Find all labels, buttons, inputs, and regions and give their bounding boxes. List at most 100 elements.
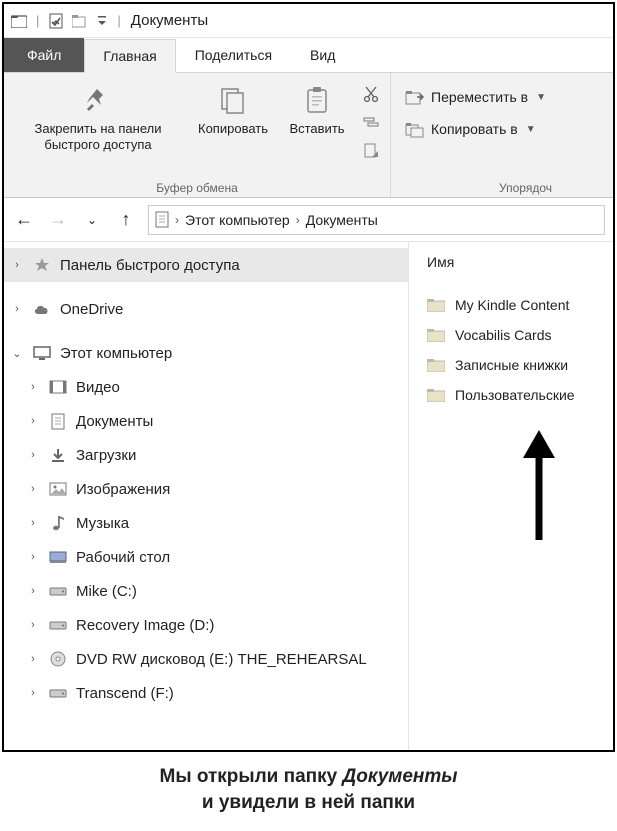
copy-to-button[interactable]: Копировать в ▼ bbox=[405, 119, 546, 139]
folder-name: My Kindle Content bbox=[455, 297, 569, 313]
drive-icon bbox=[48, 581, 68, 601]
separator: | bbox=[117, 13, 120, 28]
disc-icon bbox=[48, 649, 68, 669]
window-title: Документы bbox=[131, 12, 208, 29]
qat-dropdown-icon[interactable] bbox=[95, 12, 109, 30]
chevron-right-icon[interactable]: › bbox=[26, 415, 40, 427]
chevron-right-icon[interactable]: › bbox=[10, 303, 24, 315]
tree-label: Transcend (F:) bbox=[76, 685, 174, 702]
address-path[interactable]: › Этот компьютер › Документы bbox=[148, 205, 605, 235]
chevron-down-icon: ▼ bbox=[526, 124, 536, 135]
forward-button: → bbox=[46, 208, 70, 232]
star-pin-icon bbox=[32, 255, 52, 275]
tab-file[interactable]: Файл bbox=[4, 38, 84, 72]
chevron-right-icon[interactable]: › bbox=[26, 483, 40, 495]
folder-name: Vocabilis Cards bbox=[455, 327, 552, 343]
tree-item-videos[interactable]: › Видео bbox=[4, 370, 408, 404]
tree-label: Mike (C:) bbox=[76, 583, 137, 600]
tree-label: OneDrive bbox=[60, 301, 123, 318]
chevron-right-icon[interactable]: › bbox=[26, 551, 40, 563]
caption-emphasis: Документы bbox=[343, 766, 458, 787]
tree-item-pictures[interactable]: › Изображения bbox=[4, 472, 408, 506]
explorer-window: | | Документы Файл Главная Поделиться Ви… bbox=[2, 2, 615, 752]
folder-item[interactable]: Записные книжки bbox=[409, 350, 613, 380]
folder-item[interactable]: My Kindle Content bbox=[409, 290, 613, 320]
chevron-down-icon[interactable]: ⌄ bbox=[10, 347, 24, 360]
tree-item-dvd[interactable]: › DVD RW дисковод (E:) THE_REHEARSAL bbox=[4, 642, 408, 676]
chevron-right-icon[interactable]: › bbox=[26, 619, 40, 631]
tree-item-desktop[interactable]: › Рабочий стол bbox=[4, 540, 408, 574]
chevron-right-icon[interactable]: › bbox=[10, 259, 24, 271]
tree-label: Панель быстрого доступа bbox=[60, 257, 240, 274]
monitor-icon bbox=[32, 343, 52, 363]
caption: Мы открыли папку Документы и увидели в н… bbox=[0, 754, 617, 821]
navigation-pane: › Панель быстрого доступа › OneDrive bbox=[4, 242, 409, 750]
chevron-right-icon[interactable]: › bbox=[26, 517, 40, 529]
copy-path-button[interactable] bbox=[360, 111, 382, 133]
tree-item-drive-f[interactable]: › Transcend (F:) bbox=[4, 676, 408, 710]
cut-button[interactable] bbox=[360, 83, 382, 105]
folder-item[interactable]: Пользовательские bbox=[409, 380, 613, 410]
ribbon-group-clipboard: Закрепить на панели быстрого доступа Коп… bbox=[4, 73, 391, 197]
paste-button[interactable]: Вставить bbox=[278, 79, 356, 137]
tree-this-pc[interactable]: ⌄ Этот компьютер bbox=[4, 336, 408, 370]
pin-icon bbox=[81, 83, 115, 117]
separator: | bbox=[36, 13, 39, 28]
pin-quick-access-button[interactable]: Закрепить на панели быстрого доступа bbox=[8, 79, 188, 154]
up-button[interactable]: ↑ bbox=[114, 208, 138, 232]
tree-label: Рабочий стол bbox=[76, 549, 170, 566]
recent-locations-button[interactable]: ⌄ bbox=[80, 208, 104, 232]
content-pane: Имя My Kindle Content Vocabilis Cards За… bbox=[409, 242, 613, 750]
chevron-right-icon[interactable]: › bbox=[26, 687, 40, 699]
explorer-body: › Панель быстрого доступа › OneDrive bbox=[4, 242, 613, 750]
cloud-icon bbox=[32, 299, 52, 319]
tree-label: Recovery Image (D:) bbox=[76, 617, 214, 634]
back-button[interactable]: ← bbox=[12, 208, 36, 232]
copy-icon bbox=[216, 83, 250, 117]
chevron-right-icon[interactable]: › bbox=[175, 213, 179, 227]
chevron-down-icon: ▼ bbox=[536, 92, 546, 103]
arrow-up-icon bbox=[519, 430, 559, 550]
address-bar: ← → ⌄ ↑ › Этот компьютер › Документы bbox=[4, 198, 613, 242]
document-icon bbox=[48, 411, 68, 431]
chevron-right-icon[interactable]: › bbox=[296, 213, 300, 227]
copy-button[interactable]: Копировать bbox=[188, 79, 278, 137]
folder-name: Записные книжки bbox=[455, 357, 568, 373]
tree-item-downloads[interactable]: › Загрузки bbox=[4, 438, 408, 472]
column-header-name[interactable]: Имя bbox=[409, 250, 613, 280]
folder-icon bbox=[427, 356, 445, 374]
move-to-button[interactable]: Переместить в ▼ bbox=[405, 87, 546, 107]
chevron-right-icon[interactable]: › bbox=[26, 449, 40, 461]
move-to-label: Переместить в bbox=[431, 89, 528, 105]
paste-shortcut-button[interactable] bbox=[360, 139, 382, 161]
folder-name: Пользовательские bbox=[455, 387, 575, 403]
title-bar: | | Документы bbox=[4, 4, 613, 38]
ribbon-tabs: Файл Главная Поделиться Вид bbox=[4, 38, 613, 72]
desktop-icon bbox=[48, 547, 68, 567]
tree-quick-access[interactable]: › Панель быстрого доступа bbox=[4, 248, 408, 282]
tab-view[interactable]: Вид bbox=[291, 38, 354, 72]
tab-home[interactable]: Главная bbox=[84, 39, 175, 73]
music-icon bbox=[48, 513, 68, 533]
video-icon bbox=[48, 377, 68, 397]
drive-icon bbox=[48, 615, 68, 635]
new-folder-icon[interactable] bbox=[71, 12, 89, 30]
tree-item-documents[interactable]: › Документы bbox=[4, 404, 408, 438]
folder-item[interactable]: Vocabilis Cards bbox=[409, 320, 613, 350]
copy-to-label: Копировать в bbox=[431, 121, 518, 137]
tree-onedrive[interactable]: › OneDrive bbox=[4, 292, 408, 326]
properties-icon[interactable] bbox=[47, 12, 65, 30]
chevron-right-icon[interactable]: › bbox=[26, 585, 40, 597]
tree-label: Изображения bbox=[76, 481, 170, 498]
tab-share[interactable]: Поделиться bbox=[176, 38, 291, 72]
tree-label: Загрузки bbox=[76, 447, 136, 464]
tree-item-drive-d[interactable]: › Recovery Image (D:) bbox=[4, 608, 408, 642]
breadcrumb-documents[interactable]: Документы bbox=[306, 212, 378, 228]
tree-item-music[interactable]: › Музыка bbox=[4, 506, 408, 540]
chevron-right-icon[interactable]: › bbox=[26, 381, 40, 393]
ribbon-group-organize: Переместить в ▼ Копировать в ▼ Упорядоч bbox=[391, 73, 560, 197]
folder-icon bbox=[427, 326, 445, 344]
tree-item-drive-c[interactable]: › Mike (C:) bbox=[4, 574, 408, 608]
chevron-right-icon[interactable]: › bbox=[26, 653, 40, 665]
breadcrumb-this-pc[interactable]: Этот компьютер bbox=[185, 212, 290, 228]
